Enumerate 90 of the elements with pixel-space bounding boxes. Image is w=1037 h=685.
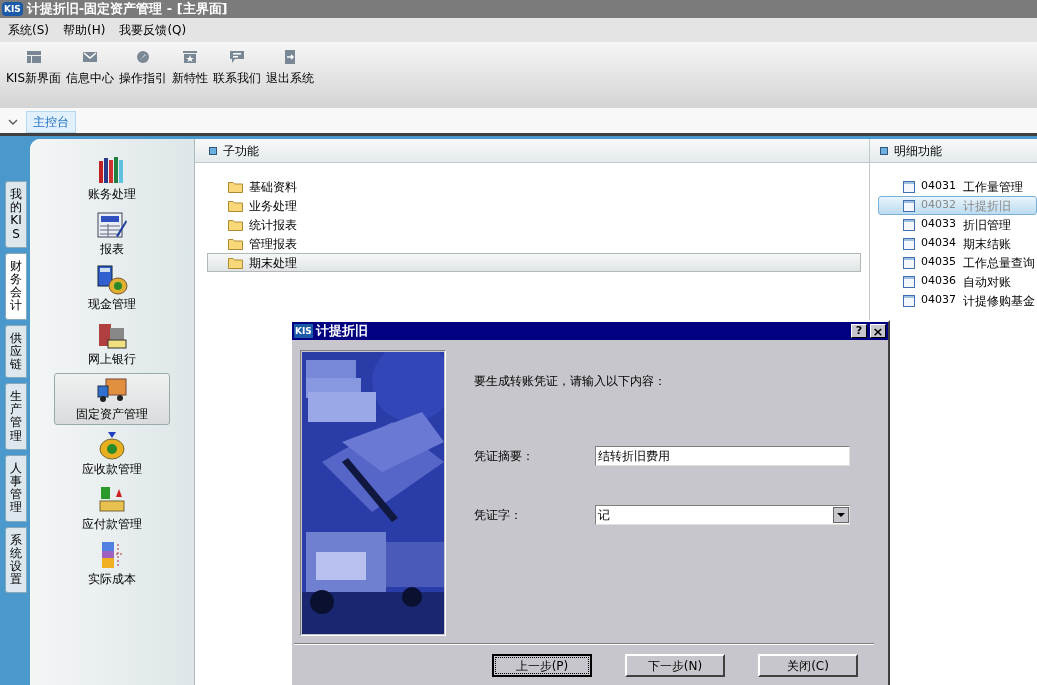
function-name: 自动对账 — [963, 273, 1011, 291]
detail-item[interactable]: 04036 自动对账 — [878, 272, 1037, 291]
dialog-button[interactable]: 下一步(N) — [625, 654, 725, 677]
function-code: 04037 — [921, 292, 957, 309]
module-button[interactable]: 应付款管理 — [54, 483, 170, 535]
tab[interactable]: 主控台 — [26, 111, 76, 133]
chevron-down-icon — [8, 118, 18, 126]
folder-item[interactable]: 期末处理 — [207, 253, 861, 272]
detail-item[interactable]: 04037 计提修购基金 — [878, 291, 1037, 310]
summary-field[interactable]: 结转折旧费用 — [595, 446, 850, 466]
function-code: 04034 — [921, 235, 957, 252]
money-bag-icon — [96, 430, 128, 460]
detail-item[interactable]: 04034 期末结账 — [878, 234, 1037, 253]
field-label: 凭证字： — [474, 507, 523, 524]
toolbar-button[interactable]: 联系我们 — [213, 50, 262, 87]
toolbar-button[interactable]: 信息中心 — [66, 50, 115, 87]
menu-item[interactable]: 帮助(H) — [59, 21, 110, 39]
module-button[interactable]: 网上银行 — [54, 318, 170, 370]
module-button[interactable]: 报表 — [54, 208, 170, 260]
side-tab[interactable]: 人事管理 — [5, 454, 27, 522]
function-code: 04031 — [921, 178, 957, 195]
detail-item[interactable]: 04031 工作量管理 — [878, 177, 1037, 196]
toolbar-button[interactable]: 退出系统 — [266, 50, 315, 87]
dialog-title: 计提折旧 — [315, 322, 369, 341]
dialog-logo: KIS — [294, 324, 313, 338]
compass-icon — [135, 50, 152, 64]
calculator-icon — [96, 265, 128, 295]
envelope-icon — [82, 50, 99, 64]
folder-icon — [228, 199, 243, 212]
function-code: 04036 — [921, 273, 957, 290]
chat-icon — [229, 50, 246, 64]
close-button[interactable]: × — [870, 324, 886, 338]
menu-item[interactable]: 我要反馈(Q) — [115, 21, 191, 39]
folder-item[interactable]: 业务处理 — [207, 196, 861, 215]
document-icon — [903, 294, 915, 307]
toolbar-button[interactable]: 新特性 — [172, 50, 209, 87]
function-name: 工作量管理 — [963, 178, 1023, 196]
function-name: 折旧管理 — [963, 216, 1011, 234]
module-button[interactable]: 固定资产管理 — [54, 373, 170, 425]
dialog-button[interactable]: 上一步(P) — [492, 654, 592, 677]
detail-item[interactable]: 04035 工作总量查询 — [878, 253, 1037, 272]
toolbar-button[interactable]: 操作指引 — [119, 50, 168, 87]
document-icon — [903, 180, 915, 193]
function-name: 计提折旧 — [963, 197, 1011, 215]
field-label: 凭证摘要： — [474, 448, 535, 465]
function-code: 04035 — [921, 254, 957, 271]
folder-icon — [228, 256, 243, 269]
folder-item[interactable]: 基础资料 — [207, 177, 861, 196]
document-icon — [903, 275, 915, 288]
panel-title: 子功能 — [223, 142, 259, 160]
square-bullet-icon — [880, 146, 888, 155]
star-box-icon — [182, 50, 199, 64]
side-tab[interactable]: 生产管理 — [5, 383, 27, 450]
folder-item[interactable]: 管理报表 — [207, 234, 861, 253]
app-logo: KIS — [2, 2, 23, 16]
dialog-prompt: 要生成转账凭证，请输入以下内容： — [474, 373, 667, 390]
side-tab[interactable]: 财务会计 — [5, 252, 27, 320]
folder-item[interactable]: 统计报表 — [207, 215, 861, 234]
folder-icon — [228, 180, 243, 193]
window-icon — [25, 50, 42, 64]
side-tab[interactable]: 我的KIS — [5, 181, 27, 248]
function-name: 期末结账 — [963, 235, 1011, 253]
panel-title: 明细功能 — [894, 142, 942, 160]
money-payment-icon — [96, 485, 128, 515]
dialog-button[interactable]: 关闭(C) — [758, 654, 858, 677]
spreadsheet-icon — [96, 210, 128, 240]
side-tab[interactable]: 供应链 — [5, 324, 27, 379]
function-name: 计提修购基金 — [963, 292, 1035, 310]
toolbar-button[interactable]: KIS新界面 — [6, 50, 62, 87]
module-button[interactable]: 账务处理 — [54, 153, 170, 205]
folder-icon — [228, 237, 243, 250]
module-button[interactable]: 应收款管理 — [54, 428, 170, 480]
side-tab[interactable]: 系统设置 — [5, 526, 27, 594]
truck-icon — [96, 375, 128, 405]
voucher-select[interactable]: 记 — [595, 505, 850, 525]
folder-icon — [228, 218, 243, 231]
document-icon — [903, 237, 915, 250]
function-name: 工作总量查询 — [963, 254, 1035, 272]
window-title: 计提折旧-固定资产管理 - [主界面] — [26, 1, 228, 17]
document-icon — [903, 199, 915, 212]
function-code: 04033 — [921, 216, 957, 233]
document-icon — [903, 256, 915, 269]
document-icon — [903, 218, 915, 231]
detail-item[interactable]: 04033 折旧管理 — [878, 215, 1037, 234]
help-button[interactable]: ? — [851, 324, 867, 338]
square-bullet-icon — [209, 146, 217, 155]
menu-item[interactable]: 系统(S) — [4, 21, 53, 39]
module-button[interactable]: 实际成本 — [54, 538, 170, 590]
function-code: 04032 — [921, 197, 957, 214]
module-button[interactable]: 现金管理 — [54, 263, 170, 315]
